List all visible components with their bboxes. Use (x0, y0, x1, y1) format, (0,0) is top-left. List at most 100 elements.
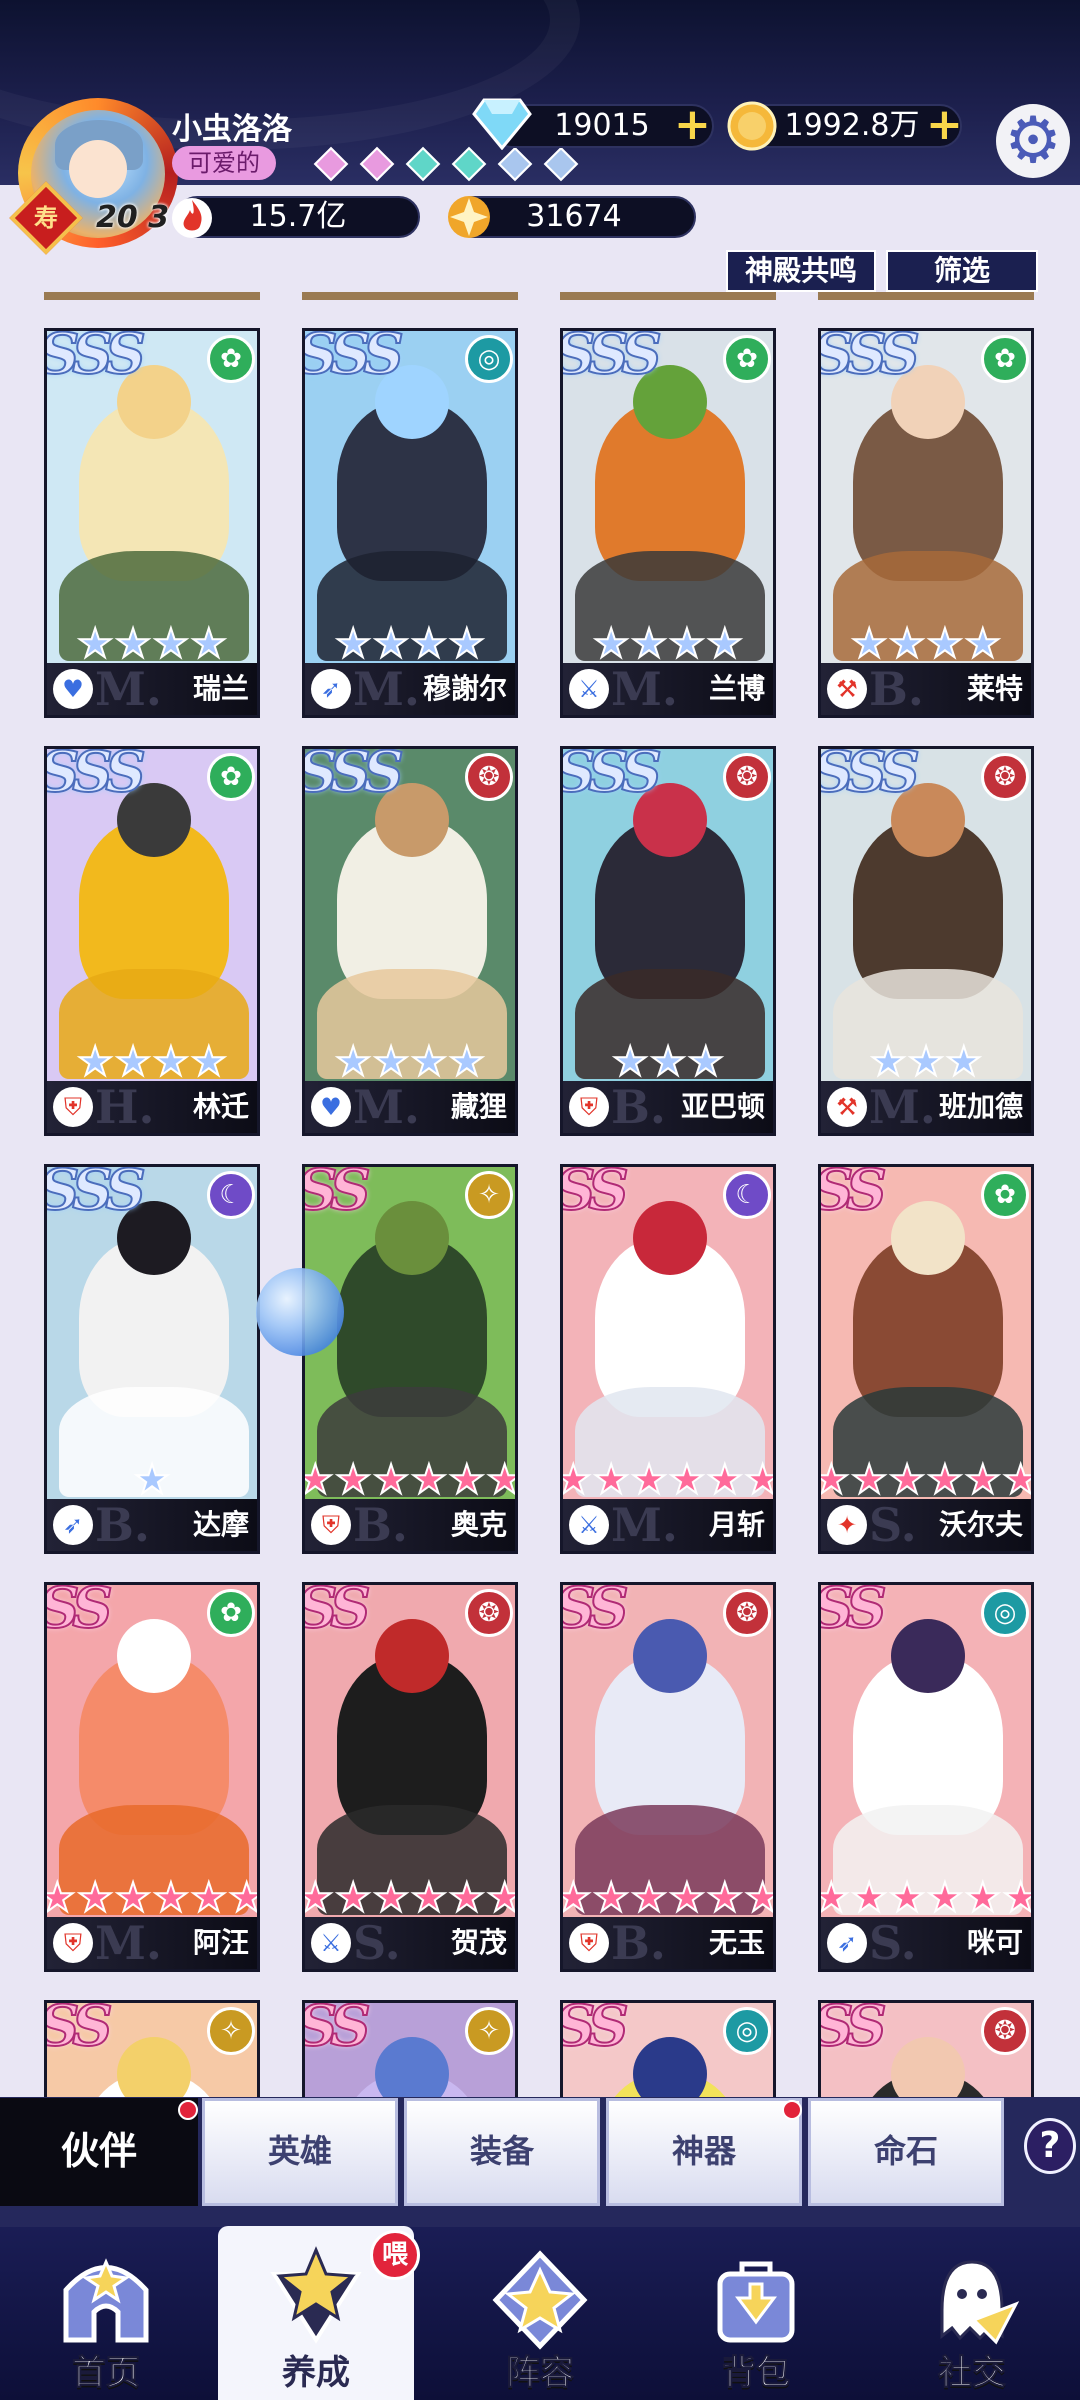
star-icon: ★ (190, 1875, 228, 1921)
tier-letter: M. (611, 1498, 678, 1552)
hero-card[interactable]: SS ❂ (818, 2000, 1034, 2097)
class-shield-icon: ⛨ (53, 1923, 93, 1963)
faction-teal-icon: ◎ (981, 1589, 1029, 1637)
hero-card[interactable]: SSS ✿ ★ ★ ★ ★ ⛨ H. 林迁 (44, 746, 260, 1136)
faction-red-icon: ❂ (465, 1589, 513, 1637)
star-icon: ★ (964, 621, 1002, 667)
faction-green-icon: ✿ (207, 335, 255, 383)
nav-lineup[interactable]: 阵容 (442, 2232, 638, 2400)
hero-card[interactable]: SSS ✿ ★ ★ ★ ★ ♥ M. 瑞兰 (44, 328, 260, 718)
tier-letter: M. (611, 662, 678, 716)
nav-social[interactable]: 社交 (874, 2232, 1070, 2400)
hero-name: 班加德 (938, 1090, 1023, 1123)
hero-card[interactable]: SS ✧ (302, 2000, 518, 2097)
star-icon: ★ (926, 1875, 964, 1921)
faction-green-icon: ✿ (981, 335, 1029, 383)
hero-card[interactable]: SSS ❂ ★ ★ ★ ⚒ M. 班加德 (818, 746, 1034, 1136)
tier-letter: H. (95, 1080, 155, 1134)
nav-home-label: 首页 (72, 2353, 141, 2394)
hero-card[interactable]: SS✿★★★★★★⛨M.阿汪 (44, 1582, 260, 1972)
add-diamonds-button[interactable]: + (674, 103, 711, 147)
settings-gear-button[interactable]: ⚙ (996, 104, 1070, 178)
gem-icon (497, 146, 533, 182)
portrait-shape (117, 1619, 191, 1693)
star-icon: ★ (372, 621, 410, 667)
hero-name: 莱特 (966, 672, 1023, 705)
flame-icon (172, 198, 212, 238)
tab-fate-stones[interactable]: 命石 (808, 2098, 1004, 2206)
star-icon: ★ (611, 1039, 649, 1085)
star-rating: ★ ★ ★ ★ (47, 621, 257, 667)
hero-name: 奥克 (450, 1508, 507, 1541)
hero-card[interactable]: SSS ✿ ★ ★ ★ ★ ⚔ M. 兰博 (560, 328, 776, 718)
class-fire-icon: ✦ (827, 1505, 867, 1545)
hero-card[interactable]: SS✧★★★★★★⛨B.奥克 (302, 1164, 518, 1554)
tier-letter: B. (611, 1080, 666, 1134)
star-icon: ★ (1002, 1459, 1031, 1501)
star-icon: ★ (410, 1875, 448, 1921)
star-icon: ★ (190, 621, 228, 667)
rarity-label: SS (818, 1582, 888, 1642)
star-icon: ★ (305, 1459, 334, 1501)
hero-card[interactable]: SSS ☾ ★ ➶ B. 达摩 (44, 1164, 260, 1554)
star-icon: ★ (448, 1875, 486, 1921)
class-heart-icon: ♥ (53, 669, 93, 709)
faction-teal-icon: ◎ (465, 335, 513, 383)
star-icon: ★ (964, 1457, 1002, 1503)
temple-resonance-button[interactable]: 神殿共鸣 (726, 250, 876, 292)
rarity-label: SS (44, 1582, 114, 1642)
hero-card[interactable]: SSS ✿ ★ ★ ★ ★ ⚒ B. 莱特 (818, 328, 1034, 718)
star-icon: ★ (152, 1039, 190, 1085)
star-icon: ★ (668, 621, 706, 667)
hero-card[interactable]: SS❂★★★★★★⚔S.贺茂 (302, 1582, 518, 1972)
hero-card[interactable]: SS◎★★★★★★➶S.咪可 (818, 1582, 1034, 1972)
faction-purple-icon: ☾ (723, 1171, 771, 1219)
scrolled-row-edge (302, 292, 518, 300)
hero-card[interactable]: SS❂★★★★★★⛨B.无玉 (560, 1582, 776, 1972)
power-value: 15.7亿 (249, 199, 347, 234)
hero-card[interactable]: SSS ❂ ★ ★ ★ ⛨ B. 亚巴顿 (560, 746, 776, 1136)
portrait-shape (375, 2037, 449, 2097)
hero-name: 穆謝尔 (422, 672, 507, 705)
tab-artifacts[interactable]: 神器 (606, 2098, 802, 2206)
hero-card[interactable]: SSS ❂ ★ ★ ★ ★ ♥ M. 藏狸 (302, 746, 518, 1136)
avatar-vip-mark: 20 3 (96, 200, 170, 235)
player-title-badge[interactable]: 可爱的 (172, 146, 276, 180)
hero-card[interactable]: SS ◎ (560, 2000, 776, 2097)
rarity-label: SS (560, 2000, 630, 2060)
tab-partners[interactable]: 伙伴 (0, 2098, 198, 2206)
faction-red-icon: ❂ (723, 1589, 771, 1637)
faction-red-icon: ❂ (981, 753, 1029, 801)
star-rating: ★ ★ ★ ★ (47, 1039, 257, 1085)
star-icon: ★ (592, 1457, 630, 1503)
star-icon: ★ (744, 1877, 773, 1919)
hero-card[interactable]: SS ✧ (44, 2000, 260, 2097)
tab-heroes[interactable]: 英雄 (202, 2098, 398, 2206)
hero-card[interactable]: SS✿★★★★★★✦S.沃尔夫 (818, 1164, 1034, 1554)
rarity-label: SSS (560, 328, 663, 388)
star-rating: ★ ★ ★ (563, 1039, 773, 1085)
rarity-label: SSS (44, 1164, 147, 1224)
filter-button[interactable]: 筛选 (886, 250, 1038, 292)
hero-card[interactable]: SSS ◎ ★ ★ ★ ★ ➶ M. 穆謝尔 (302, 328, 518, 718)
score-value: 31674 (526, 199, 622, 234)
star-rating: ★★★★★★ (821, 1875, 1031, 1921)
star-icon: ★ (334, 1457, 372, 1503)
tier-letter: B. (353, 1498, 408, 1552)
tab-equipment[interactable]: 装备 (404, 2098, 600, 2206)
nav-home[interactable]: 首页 (8, 2232, 204, 2400)
hero-card[interactable]: SS☾★★★★★★⚔M.月斩 (560, 1164, 776, 1554)
add-gold-button[interactable]: + (926, 103, 963, 147)
star-icon: ★ (76, 1039, 114, 1085)
help-button[interactable]: ? (1024, 2118, 1076, 2174)
star-icon: ★ (334, 1875, 372, 1921)
floating-bubble-button[interactable] (256, 1268, 344, 1356)
star-icon: ★ (410, 1457, 448, 1503)
star-icon: ★ (76, 621, 114, 667)
star-icon: ★ (649, 1039, 687, 1085)
nav-backpack[interactable]: 背包 (658, 2232, 854, 2400)
rarity-label: SS (818, 1164, 888, 1224)
faction-green-icon: ✿ (723, 335, 771, 383)
star-icon: ★ (114, 1039, 152, 1085)
gem-icon (313, 146, 349, 182)
